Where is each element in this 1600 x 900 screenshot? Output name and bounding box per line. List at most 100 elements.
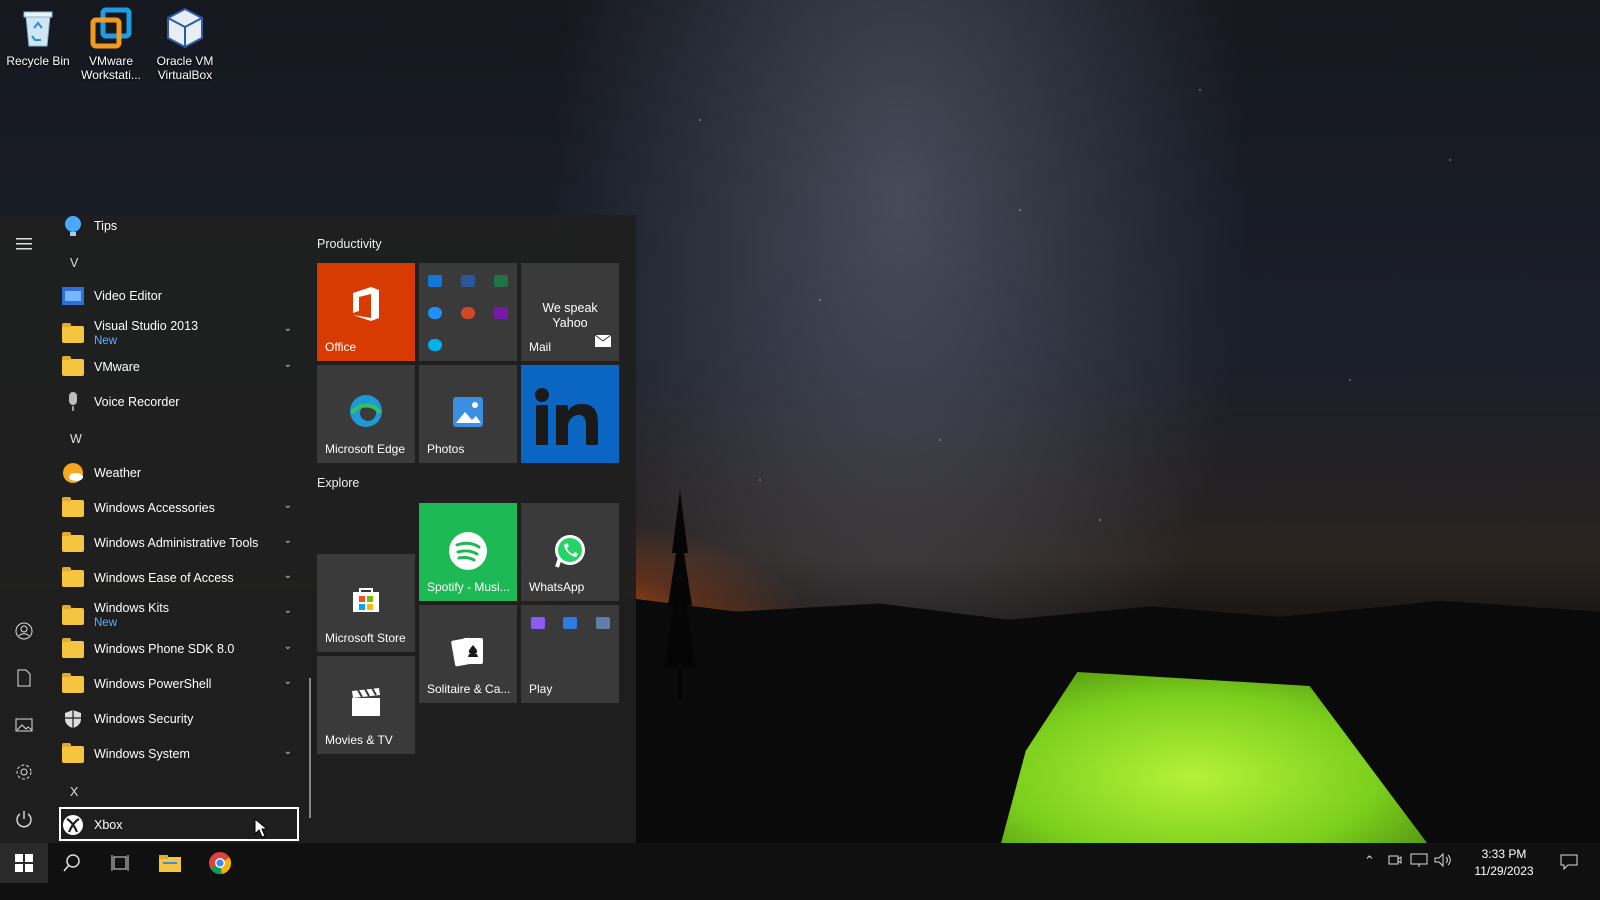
folder-icon [62,742,84,763]
task-view-button[interactable] [96,843,144,883]
tile-play-folder[interactable]: Play [521,605,619,703]
tile-spotify[interactable]: Spotify - Musi... [419,503,517,601]
letter-header-x[interactable]: X [70,785,78,799]
app-list: Tips V Video Editor Visual Studio 2013 Ne… [58,215,304,843]
chevron-down-icon[interactable]: ⌄ [284,570,292,581]
group-title-productivity[interactable]: Productivity [317,237,382,251]
desktop-icon-vmware[interactable]: VMware Workstati... [75,6,147,82]
desktop-icon-label: Recycle Bin [6,54,70,68]
app-tips[interactable]: Tips [58,209,304,243]
mouse-pointer-icon [254,817,269,843]
taskbar-clock[interactable]: 3:33 PM 11/29/2023 [1462,846,1546,880]
notification-center-icon[interactable] [1560,854,1578,873]
tile-whatsapp[interactable]: WhatsApp [521,503,619,601]
app-windows-security[interactable]: Windows Security [58,702,304,736]
folder-icon [62,566,84,587]
documents-icon[interactable] [14,668,34,688]
search-button[interactable] [48,843,96,883]
app-windows-phone-sdk[interactable]: Windows Phone SDK 8.0 ⌄ [58,632,304,666]
start-button[interactable] [0,843,48,883]
hamburger-menu-icon[interactable] [14,234,34,254]
pictures-icon[interactable] [14,715,34,735]
letter-header-v[interactable]: V [70,256,78,270]
weather-sun-icon [62,462,84,484]
lightbulb-icon [62,215,84,237]
app-voice-recorder[interactable]: Voice Recorder [58,385,304,419]
outlook-icon [428,275,442,287]
clapperboard-icon [317,686,415,718]
app-windows-ease-of-access[interactable]: Windows Ease of Access ⌄ [58,561,304,595]
app-windows-kits[interactable]: Windows Kits New ⌄ [58,596,304,636]
app-video-editor[interactable]: Video Editor [58,279,304,313]
meet-now-icon[interactable] [1388,853,1402,870]
chevron-down-icon[interactable]: ⌄ [284,535,292,546]
chevron-down-icon[interactable]: ⌄ [284,676,292,687]
tile-linkedin[interactable] [521,365,619,463]
word-icon [461,275,475,287]
app-windows-admin-tools[interactable]: Windows Administrative Tools ⌄ [58,526,304,560]
virtualbox-icon [163,6,207,50]
taskbar: ⌃ 3:33 PM 11/29/2023 [0,843,1600,900]
group-title-explore[interactable]: Explore [317,476,359,490]
desktop-icon-recycle-bin[interactable]: Recycle Bin [2,6,74,68]
user-account-icon[interactable] [14,621,34,641]
tile-microsoft-store[interactable]: Microsoft Store [317,554,415,652]
app-windows-system[interactable]: Windows System ⌄ [58,737,304,771]
store-bag-icon [317,584,415,614]
chevron-down-icon[interactable]: ⌄ [284,323,292,334]
windows-logo-icon [15,854,33,872]
edge-icon [317,393,415,429]
powerpoint-icon [461,307,475,319]
app-windows-powershell[interactable]: Windows PowerShell ⌄ [58,667,304,701]
tile-photos[interactable]: Photos [419,365,517,463]
whatsapp-icon [521,533,619,569]
shield-icon [62,708,84,730]
envelope-icon [594,334,612,352]
clock-date: 11/29/2023 [1474,864,1534,878]
vmware-icon [89,6,133,50]
power-icon[interactable] [14,809,34,829]
chevron-down-icon[interactable]: ⌄ [284,605,292,616]
desktop-icon-label: VMware Workstati... [81,54,141,82]
show-hidden-icons-chevron-icon[interactable]: ⌃ [1364,853,1375,869]
tile-movies-tv[interactable]: Movies & TV [317,656,415,754]
app-visual-studio-2013[interactable]: Visual Studio 2013 New ⌄ [58,314,304,354]
chevron-down-icon[interactable]: ⌄ [284,359,292,370]
chevron-down-icon[interactable]: ⌄ [284,500,292,511]
app-list-scrollbar[interactable] [309,678,311,818]
tile-solitaire[interactable]: Solitaire & Ca... [419,605,517,703]
folder-icon [62,322,84,343]
mail-tile-text: We speak Yahoo [542,301,598,330]
folder-icon [62,637,84,658]
new-badge: New [94,617,118,629]
tile-office-apps-folder[interactable] [419,263,517,361]
tile-microsoft-edge[interactable]: Microsoft Edge [317,365,415,463]
settings-gear-icon[interactable] [14,762,34,782]
app-vmware[interactable]: VMware ⌄ [58,350,304,384]
linkedin-logo-icon [521,387,619,447]
tile-office[interactable]: Office [317,263,415,361]
desktop-icon-virtualbox[interactable]: Oracle VM VirtualBox [149,6,221,82]
app-weather[interactable]: Weather [58,456,304,490]
start-menu: Tips V Video Editor Visual Studio 2013 Ne… [0,215,636,843]
volume-icon[interactable] [1434,852,1452,870]
chevron-down-icon[interactable]: ⌄ [284,641,292,652]
app-label: Windows Kits [94,601,170,615]
desktop-icon-label: Oracle VM VirtualBox [156,54,214,82]
new-badge: New [94,335,118,347]
excel-icon [494,275,508,287]
folder-icon [62,531,84,552]
chrome-button[interactable] [196,843,244,883]
network-icon[interactable] [1410,853,1428,870]
file-explorer-button[interactable] [146,843,194,883]
calculator-icon [596,617,610,629]
chevron-down-icon[interactable]: ⌄ [284,746,292,757]
letter-header-w[interactable]: W [70,432,82,446]
tile-mail[interactable]: We speak Yahoo Mail [521,263,619,361]
app-windows-accessories[interactable]: Windows Accessories ⌄ [58,491,304,525]
app-label: Visual Studio 2013 [94,319,199,333]
recycle-bin-icon [16,6,60,50]
file-explorer-folder-icon [159,855,181,872]
folder-icon [62,672,84,693]
video-editor-icon [62,285,84,307]
